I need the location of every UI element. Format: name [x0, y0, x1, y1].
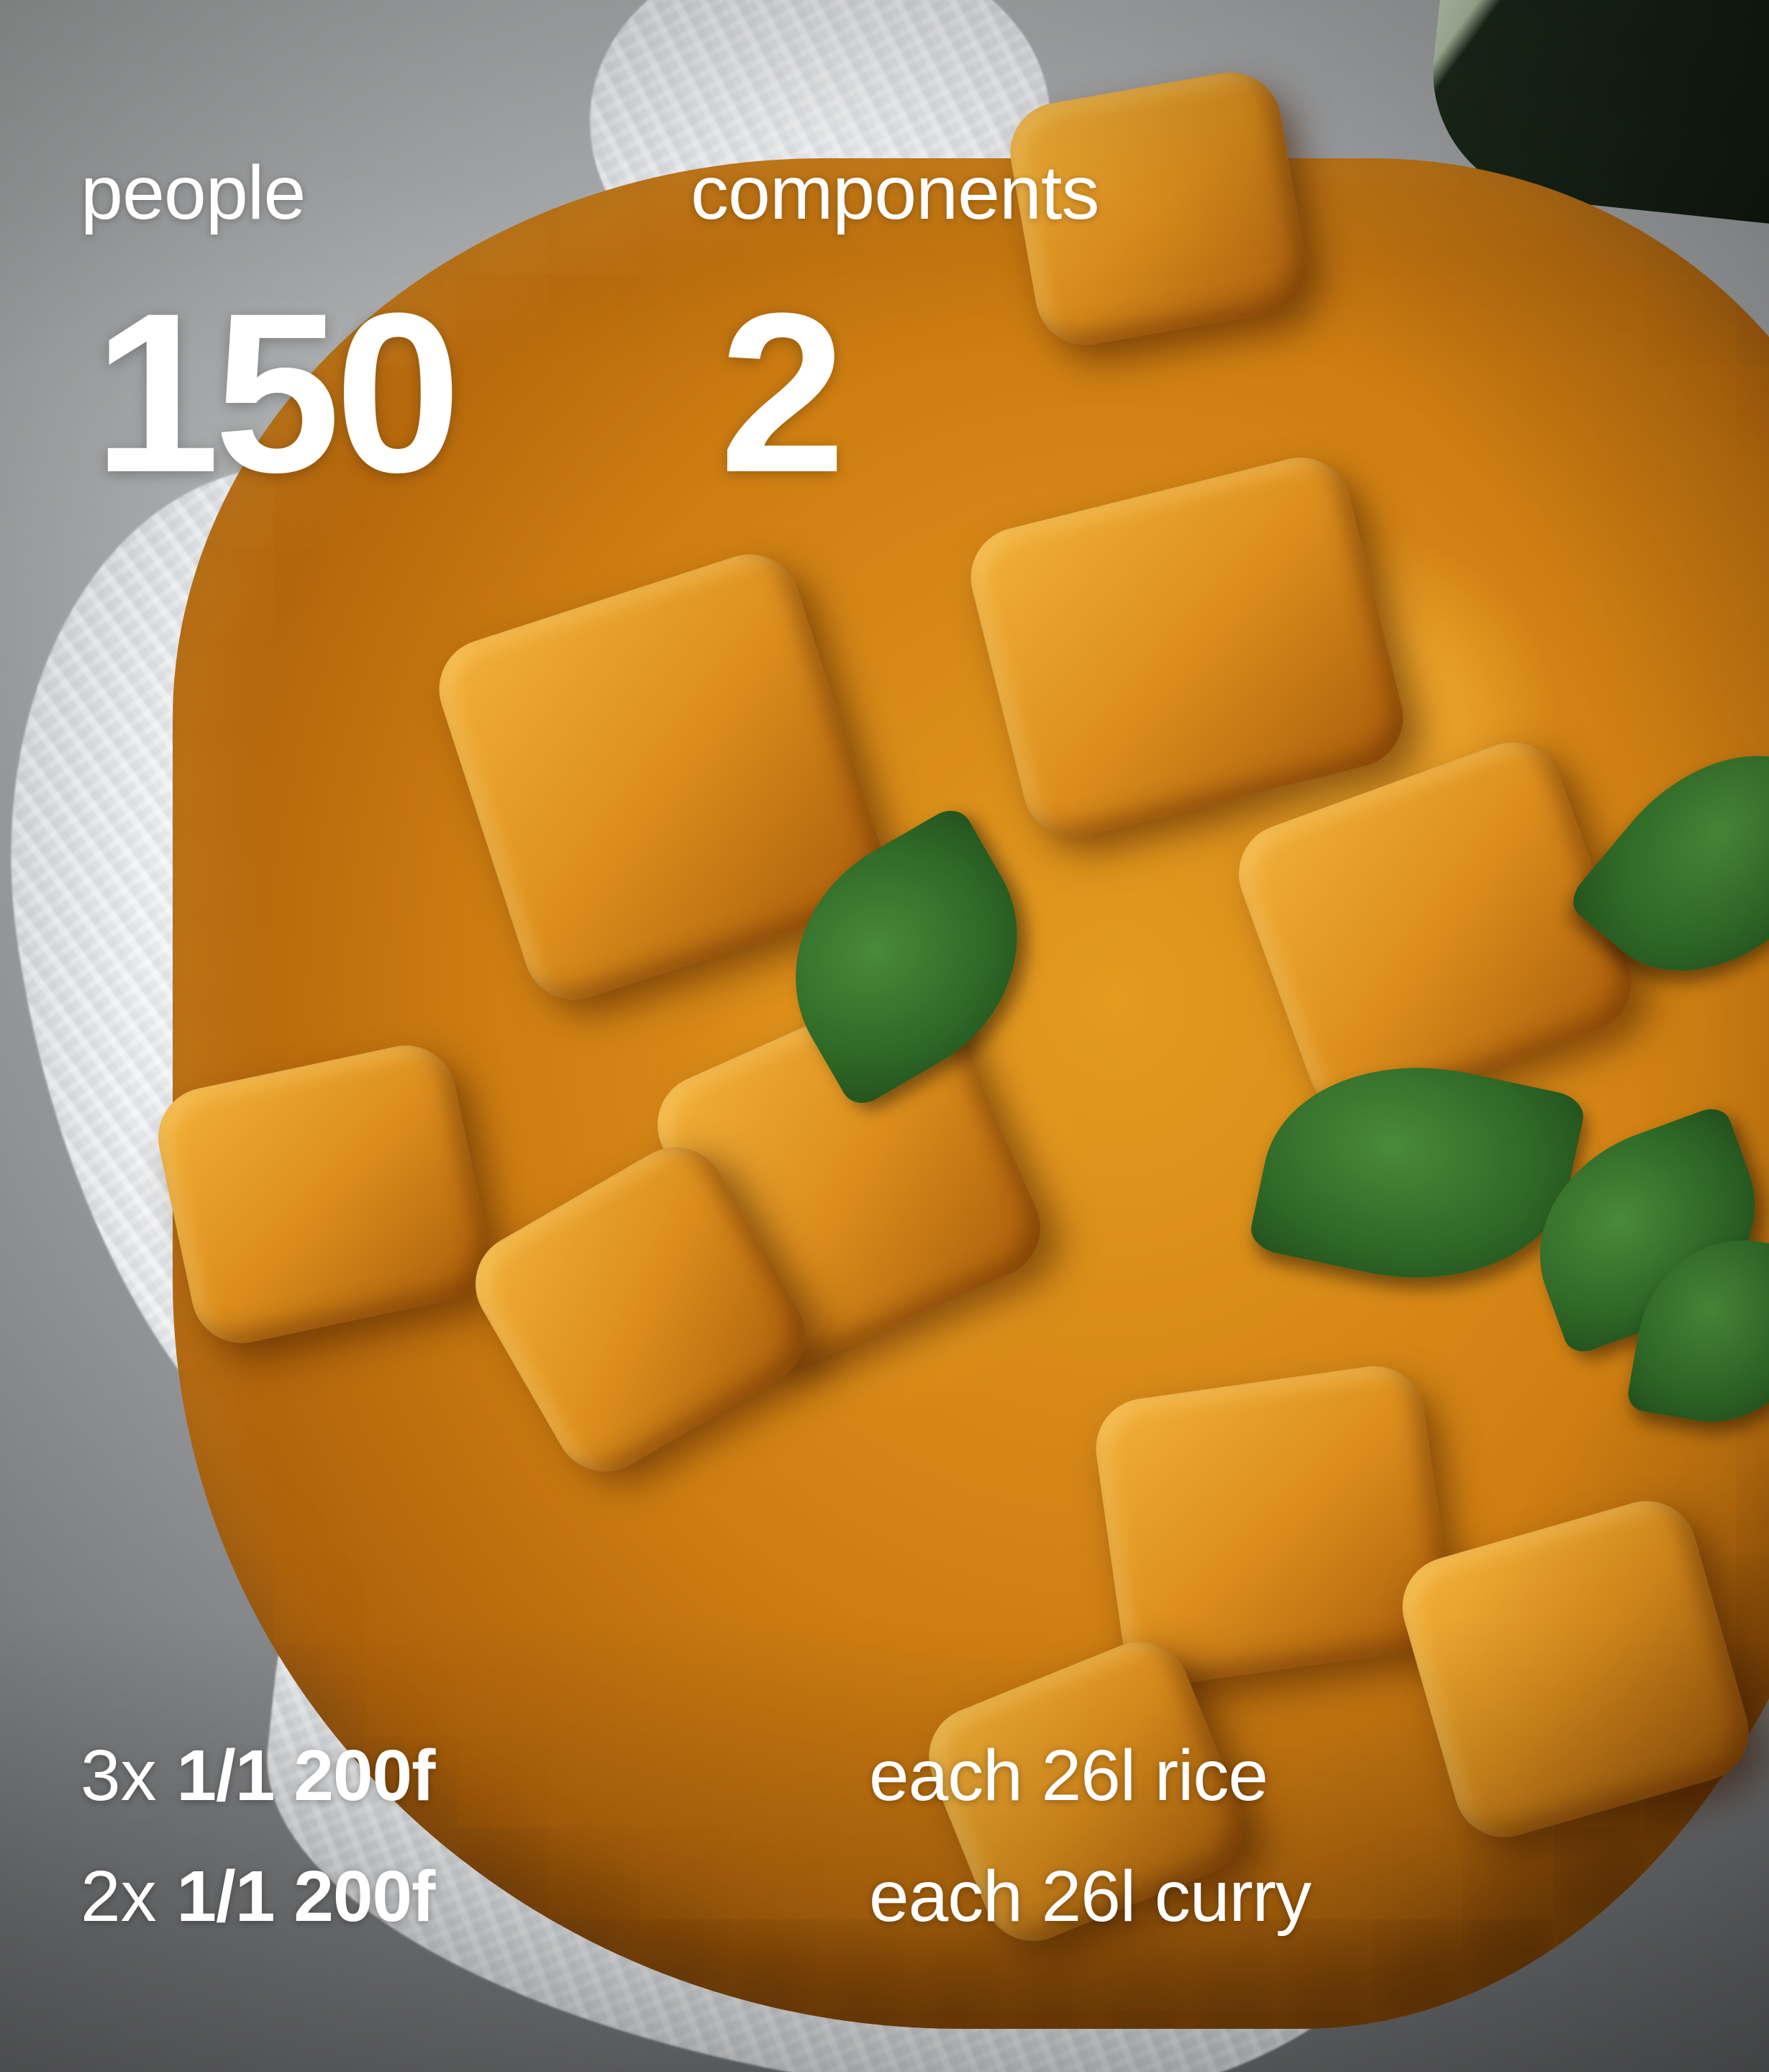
container-description-1: each 26l rice — [869, 1735, 1268, 1816]
people-label: people — [81, 150, 306, 235]
people-count: 150 — [94, 265, 461, 519]
container-description-2: each 26l curry — [869, 1856, 1311, 1937]
container-spec: 1/1 200f — [176, 1856, 435, 1937]
container-spec: 1/1 200f — [176, 1735, 435, 1816]
components-label: components — [691, 150, 1099, 235]
photo-card: people 150 components 2 3x 1/1 200f each… — [0, 0, 1769, 2072]
container-quantity: 2x — [81, 1856, 157, 1937]
container-line-2: 2x 1/1 200f — [81, 1860, 435, 1932]
components-count: 2 — [719, 265, 846, 519]
paneer-chunk — [1089, 1359, 1458, 1691]
container-line-1: 3x 1/1 200f — [81, 1740, 435, 1812]
container-quantity: 3x — [81, 1735, 157, 1816]
